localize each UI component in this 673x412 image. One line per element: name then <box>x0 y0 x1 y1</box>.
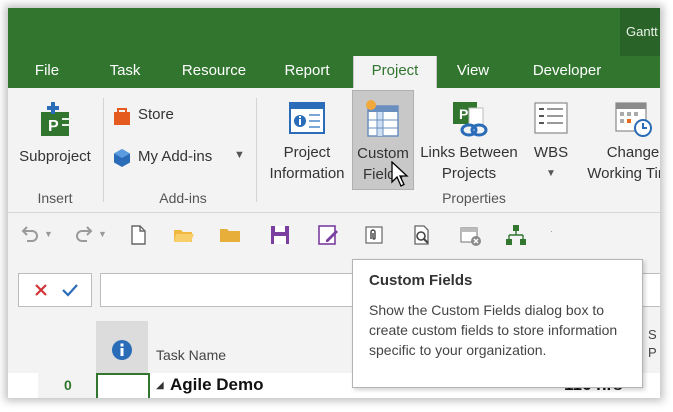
project-information-button[interactable]: Project Information <box>260 94 354 186</box>
tab-task[interactable]: Task <box>100 56 150 88</box>
change-working-time-button[interactable]: Change Working Time <box>578 94 660 186</box>
links-between-projects-button[interactable]: P Links Between Projects <box>416 94 522 186</box>
remove-view-icon[interactable] <box>458 223 482 247</box>
tooltip-title: Custom Fields <box>369 272 473 289</box>
column-header-label-2: P <box>648 345 657 360</box>
links-icon: P <box>453 102 488 137</box>
customize-toolbar-icon[interactable]: ⋅ <box>550 227 553 238</box>
app-window: Gantt Chart Tools - Agile Demo.mpp - Pro… <box>8 8 660 398</box>
my-addins-label: My Add-ins <box>138 148 213 165</box>
custom-fields-icon <box>366 100 399 137</box>
folder-icon[interactable] <box>218 223 242 247</box>
store-icon <box>114 108 130 125</box>
group-label-addins: Add-ins <box>159 190 207 206</box>
entry-actions <box>18 273 92 307</box>
task-name-column-header[interactable]: Task Name <box>148 321 353 373</box>
column-header-label: S <box>648 327 657 342</box>
row-header-corner <box>8 321 96 373</box>
project-information-label-2: Information <box>269 165 345 182</box>
chevron-down-icon[interactable]: ▼ <box>44 229 53 239</box>
group-separator <box>256 98 257 202</box>
mouse-cursor-icon <box>391 161 409 187</box>
tab-report[interactable]: Report <box>274 56 340 88</box>
svg-text:P: P <box>48 118 59 135</box>
tab-file[interactable]: File <box>22 56 72 88</box>
next-column-header[interactable]: S P <box>642 321 660 373</box>
new-file-icon[interactable] <box>126 223 150 247</box>
quick-access-toolbar: ▼ ▼ ⋅ <box>8 213 660 257</box>
calendar-clock-icon <box>615 102 652 137</box>
store-label: Store <box>138 106 174 123</box>
info-icon <box>112 340 132 360</box>
tab-project[interactable]: Project <box>353 56 437 88</box>
info-card-icon <box>289 102 325 134</box>
wbs-icon <box>534 102 568 134</box>
print-preview-icon[interactable] <box>410 223 434 247</box>
svg-text:P: P <box>459 106 468 122</box>
chevron-down-icon[interactable]: ▼ <box>98 229 107 239</box>
undo-icon[interactable] <box>18 223 42 247</box>
links-label-1: Links Between <box>420 144 518 161</box>
ribbon-tabs: File Task Resource Report Project View D… <box>8 56 660 88</box>
tab-resource[interactable]: Resource <box>174 56 254 88</box>
row-number: 0 <box>64 377 72 393</box>
subproject-label: Subproject <box>19 148 91 165</box>
custom-fields-tooltip: Custom Fields Show the Custom Fields dia… <box>352 259 643 388</box>
group-label-properties: Properties <box>442 190 506 206</box>
my-addins-button[interactable]: My Add-ins ▼ <box>112 146 252 170</box>
project-information-label-1: Project <box>283 144 331 161</box>
chevron-down-icon: ▼ <box>546 168 556 179</box>
chevron-down-icon: ▼ <box>234 149 245 161</box>
task-name-text: Agile Demo <box>170 375 264 394</box>
subproject-icon: P <box>41 102 72 136</box>
row-number-cell[interactable]: 0 <box>38 373 96 398</box>
ribbon-panel: P Subproject Insert Store My Add-ins ▼ A… <box>8 88 660 213</box>
indicator-cell[interactable] <box>96 373 150 398</box>
wbs-label: WBS <box>533 144 569 161</box>
network-diagram-icon[interactable] <box>504 223 528 247</box>
change-working-time-label-1: Change <box>606 144 660 161</box>
redo-icon[interactable] <box>72 223 96 247</box>
save-icon[interactable] <box>268 223 292 247</box>
title-bar: Gantt Chart Tools - Agile Demo.mpp - Pro… <box>8 8 660 56</box>
collapse-triangle-icon[interactable]: ◢ <box>156 380 164 391</box>
accept-entry-icon[interactable] <box>61 282 79 298</box>
tab-developer[interactable]: Developer <box>520 56 614 88</box>
cancel-entry-icon[interactable] <box>33 282 49 298</box>
task-name-header-label: Task Name <box>156 347 227 363</box>
attach-icon[interactable] <box>362 223 386 247</box>
addins-icon <box>114 149 130 167</box>
group-separator <box>103 98 104 202</box>
tooltip-body: Show the Custom Fields dialog box to cre… <box>369 302 618 358</box>
window-title: Gantt Chart Tools - Agile Demo.mpp - Pro… <box>620 8 660 56</box>
indicators-column-header[interactable] <box>96 321 149 373</box>
tab-view[interactable]: View <box>448 56 498 88</box>
store-button[interactable]: Store <box>112 104 192 128</box>
edit-form-icon[interactable] <box>316 223 340 247</box>
links-label-2: Projects <box>441 165 497 182</box>
wbs-button[interactable]: WBS ▼ <box>524 94 578 186</box>
open-folder-icon[interactable] <box>172 223 196 247</box>
subproject-button[interactable]: P Subproject <box>12 94 98 186</box>
custom-fields-button[interactable]: Custom Fields <box>352 90 414 190</box>
task-name-cell[interactable]: ◢ Agile Demo <box>150 373 350 398</box>
change-working-time-label-2: Working Time <box>587 165 660 182</box>
group-label-insert: Insert <box>37 190 73 206</box>
